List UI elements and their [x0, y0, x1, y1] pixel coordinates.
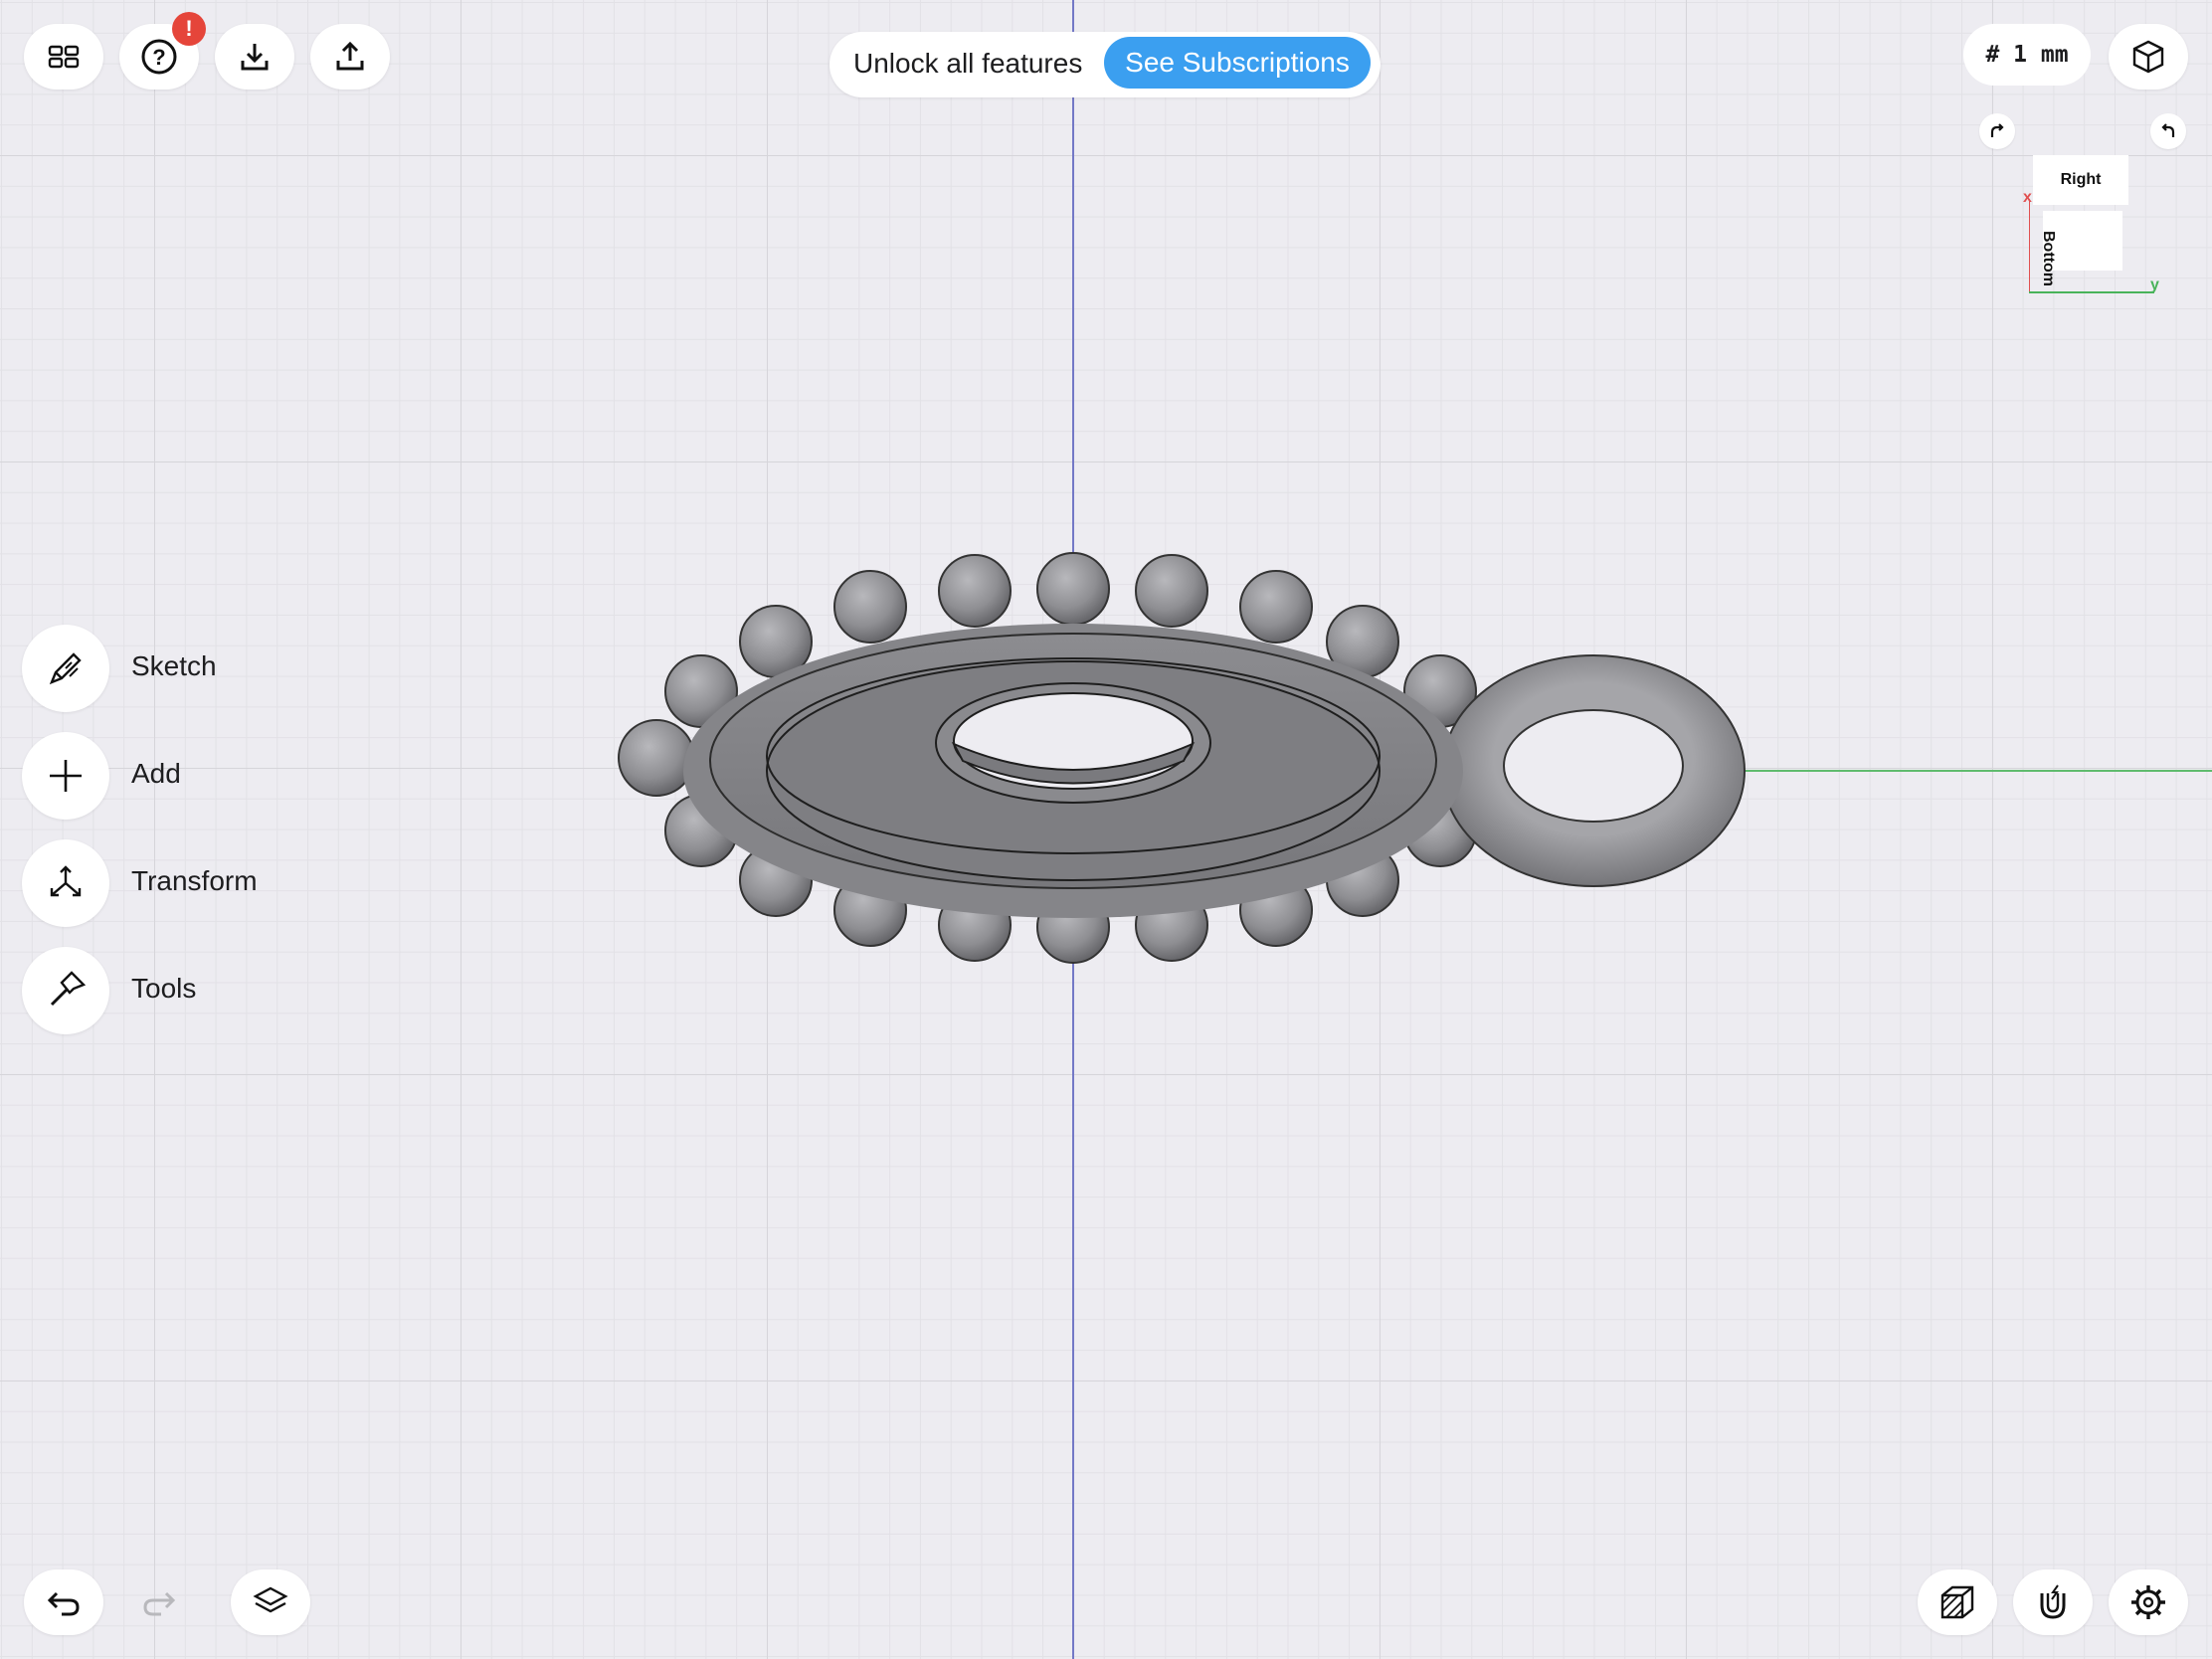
add-button[interactable]: [22, 732, 109, 820]
unlock-message: Unlock all features: [853, 48, 1083, 79]
side-menu-tools[interactable]: Tools: [22, 947, 280, 1036]
display-mode-icon: [1940, 1585, 1974, 1619]
redo-icon: [143, 1591, 176, 1616]
rotate-view-right-button[interactable]: [1979, 113, 2015, 149]
undo-icon: [47, 1591, 80, 1616]
transform-label: Transform: [131, 865, 258, 896]
rotate-left-icon: [2161, 123, 2175, 137]
add-label: Add: [131, 758, 181, 789]
rotate-right-icon: [1990, 123, 2004, 137]
sketch-button[interactable]: [22, 625, 109, 712]
redo-button[interactable]: [119, 1569, 199, 1635]
pendant-model[interactable]: [618, 552, 1746, 964]
view-cube[interactable]: Right Bottom x y: [2023, 149, 2168, 308]
layers-icon: [253, 1586, 288, 1613]
rotate-view-left-button[interactable]: [2150, 113, 2186, 149]
layers-button[interactable]: [231, 1569, 310, 1635]
viewport-3d[interactable]: [0, 0, 2212, 1659]
undo-button[interactable]: [24, 1569, 103, 1635]
svg-text:?: ?: [152, 45, 165, 70]
download-icon: [241, 44, 269, 71]
notification-badge: !: [172, 12, 206, 46]
axis-label-y: y: [2150, 276, 2159, 293]
tools-button[interactable]: [22, 947, 109, 1034]
download-button[interactable]: [215, 24, 294, 90]
help-icon: ?: [141, 39, 177, 75]
subscription-banner: Unlock all features See Subscriptions: [830, 32, 1381, 97]
side-menu-add[interactable]: Add: [22, 732, 280, 822]
sketch-label: Sketch: [131, 650, 217, 681]
grid-view-icon: [48, 45, 80, 69]
snap-magnet-icon: [2040, 1584, 2066, 1619]
cube-view-icon: [2132, 40, 2164, 74]
side-menu-sketch[interactable]: Sketch: [22, 625, 280, 714]
transform-button[interactable]: [22, 839, 109, 927]
settings-gear-icon: [2131, 1585, 2165, 1619]
snap-button[interactable]: [2013, 1569, 2093, 1635]
grid-view-button[interactable]: [24, 24, 103, 90]
grid-size-indicator[interactable]: # 1 mm: [1963, 24, 2091, 86]
settings-button[interactable]: [2109, 1569, 2188, 1635]
side-menu-transform[interactable]: Transform: [22, 839, 280, 929]
view-mode-button[interactable]: [2109, 24, 2188, 90]
axis-label-x: x: [2023, 189, 2032, 206]
display-mode-button[interactable]: [1918, 1569, 1997, 1635]
pencil-icon: [49, 652, 82, 685]
see-subscriptions-button[interactable]: See Subscriptions: [1104, 37, 1371, 89]
tools-label: Tools: [131, 973, 197, 1004]
upload-button[interactable]: [310, 24, 390, 90]
plus-icon: [50, 760, 82, 792]
transform-arrows-icon: [50, 865, 82, 897]
upload-icon: [336, 41, 364, 71]
hammer-icon: [50, 971, 87, 1007]
view-cube-axes: [2029, 199, 2154, 293]
